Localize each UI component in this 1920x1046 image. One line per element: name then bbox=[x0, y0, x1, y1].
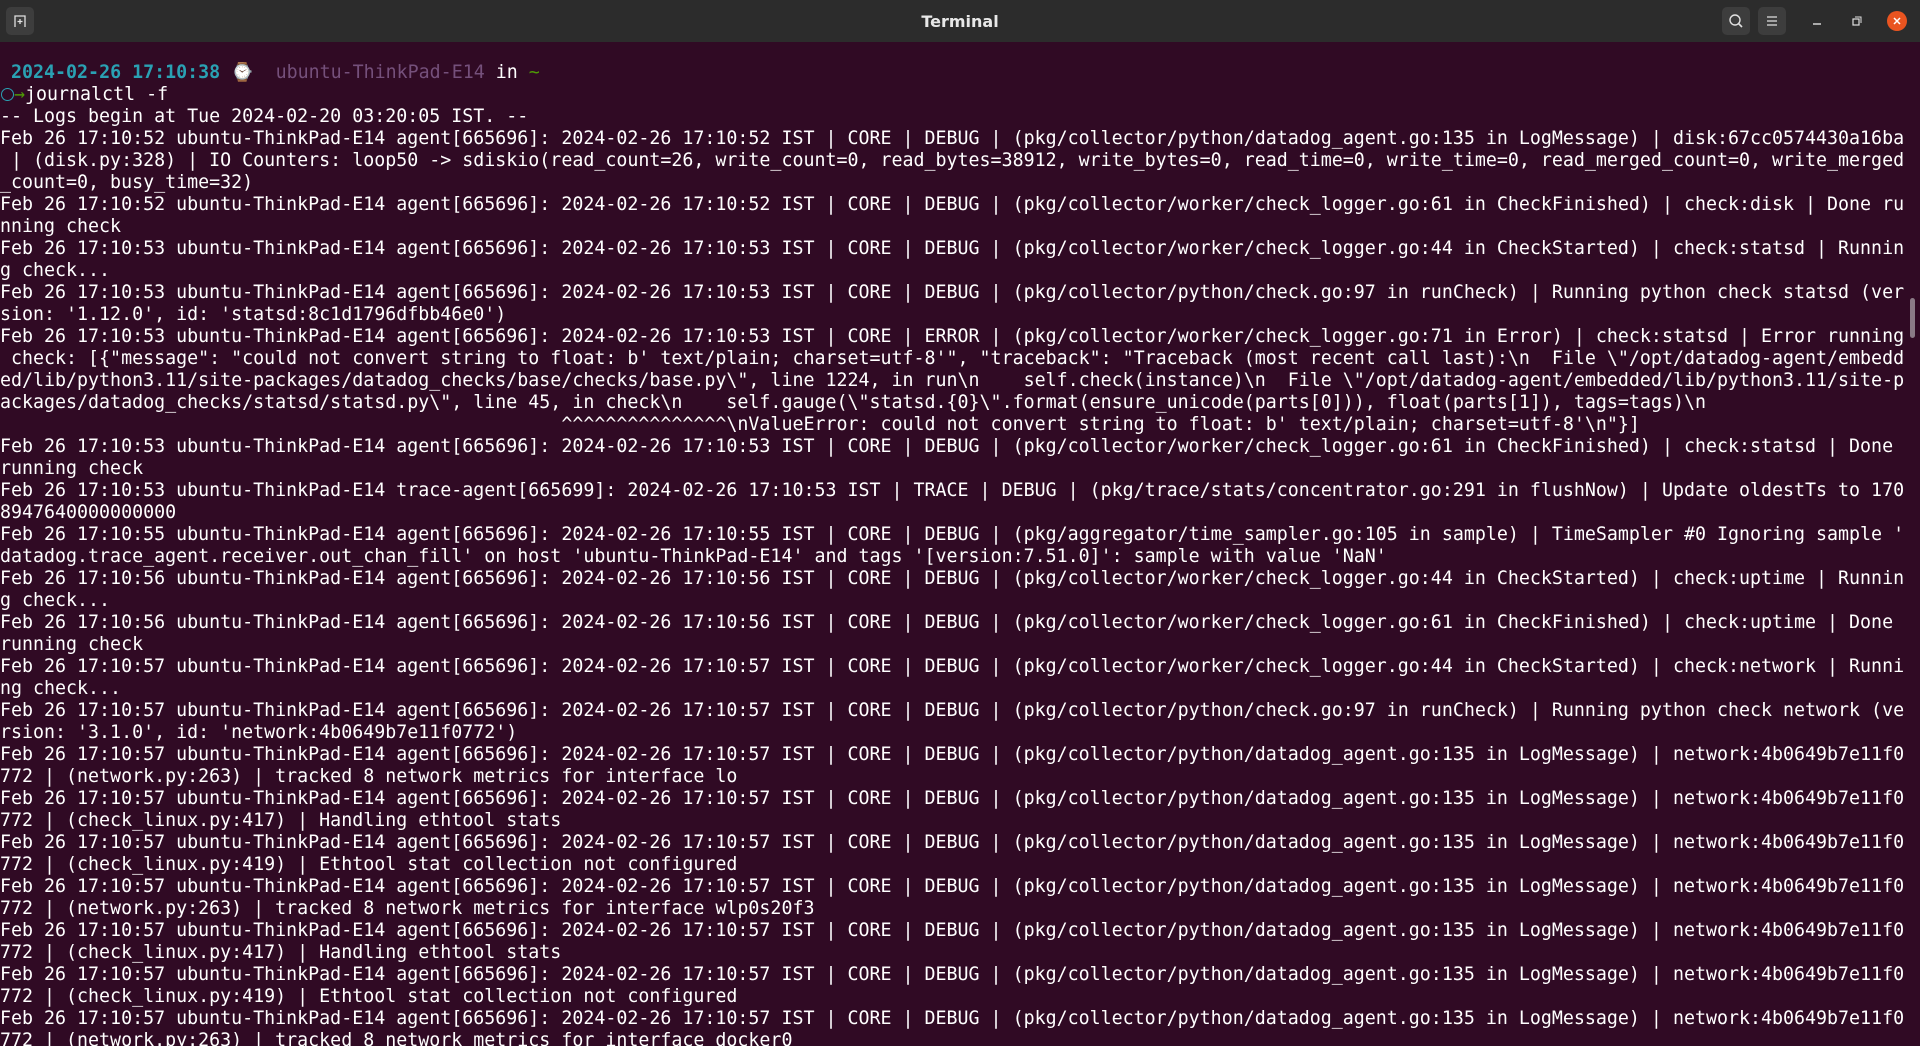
log-line: Feb 26 17:10:52 ubuntu-ThinkPad-E14 agen… bbox=[0, 194, 1905, 215]
search-icon bbox=[1729, 14, 1743, 28]
log-line: ed/lib/python3.11/site-packages/datadog_… bbox=[0, 370, 1905, 391]
prompt-cwd: ~ bbox=[528, 62, 540, 83]
log-line: Feb 26 17:10:57 ubuntu-ThinkPad-E14 agen… bbox=[0, 832, 1905, 853]
log-line: running check bbox=[0, 458, 144, 479]
log-line: rsion: '3.1.0', id: 'network:4b0649b7e11… bbox=[0, 722, 518, 743]
log-line: nning check bbox=[0, 216, 122, 237]
log-line: | (disk.py:328) | IO Counters: loop50 ->… bbox=[0, 150, 1905, 171]
minimize-icon bbox=[1813, 23, 1821, 25]
watch-icon: ⌚ bbox=[231, 62, 254, 83]
log-line: datadog.trace_agent.receiver.out_chan_fi… bbox=[0, 546, 1387, 567]
log-output: -- Logs begin at Tue 2024-02-20 03:20:05… bbox=[0, 106, 1905, 1046]
log-line: ^^^^^^^^^^^^^^^\nValueError: could not c… bbox=[0, 414, 1640, 435]
log-line: running check bbox=[0, 634, 144, 655]
maximize-icon bbox=[1852, 16, 1862, 26]
log-line: Feb 26 17:10:57 ubuntu-ThinkPad-E14 agen… bbox=[0, 700, 1905, 721]
log-line: Feb 26 17:10:53 ubuntu-ThinkPad-E14 agen… bbox=[0, 238, 1905, 259]
prompt-arrow-icon: → bbox=[14, 84, 26, 105]
log-line: Feb 26 17:10:57 ubuntu-ThinkPad-E14 agen… bbox=[0, 744, 1905, 765]
command-line: →journalctl -f bbox=[0, 84, 1905, 106]
new-tab-button[interactable] bbox=[6, 7, 34, 35]
log-line: 772 | (check_linux.py:417) | Handling et… bbox=[0, 942, 562, 963]
log-line: Feb 26 17:10:57 ubuntu-ThinkPad-E14 agen… bbox=[0, 876, 1905, 897]
log-line: -- Logs begin at Tue 2024-02-20 03:20:05… bbox=[0, 106, 529, 127]
scrollbar[interactable] bbox=[1905, 42, 1920, 1046]
log-line: Feb 26 17:10:56 ubuntu-ThinkPad-E14 agen… bbox=[0, 612, 1905, 633]
maximize-button[interactable] bbox=[1845, 9, 1869, 33]
log-line: check: [{"message": "could not convert s… bbox=[0, 348, 1905, 369]
minimize-button[interactable] bbox=[1805, 9, 1829, 33]
close-icon bbox=[1893, 17, 1901, 25]
log-line: 772 | (check_linux.py:419) | Ethtool sta… bbox=[0, 986, 738, 1007]
hamburger-menu-icon bbox=[1767, 16, 1777, 26]
log-line: Feb 26 17:10:56 ubuntu-ThinkPad-E14 agen… bbox=[0, 568, 1905, 589]
log-line: _count=0, busy_time=32) bbox=[0, 172, 254, 193]
log-line: sion: '1.12.0', id: 'statsd:8c1d1796dfbb… bbox=[0, 304, 507, 325]
log-line: Feb 26 17:10:52 ubuntu-ThinkPad-E14 agen… bbox=[0, 128, 1905, 149]
log-line: Feb 26 17:10:57 ubuntu-ThinkPad-E14 agen… bbox=[0, 964, 1905, 985]
prompt-hostname: ubuntu-ThinkPad-E14 bbox=[275, 62, 485, 83]
command-text: journalctl -f bbox=[25, 84, 169, 105]
log-line: Feb 26 17:10:57 ubuntu-ThinkPad-E14 agen… bbox=[0, 656, 1905, 677]
window-title: Terminal bbox=[921, 11, 999, 31]
prompt-in-word: in bbox=[495, 62, 518, 83]
prompt-timestamp: 2024-02-26 17:10:38 bbox=[11, 62, 221, 83]
log-line: g check... bbox=[0, 590, 111, 611]
menu-button[interactable] bbox=[1758, 7, 1786, 35]
log-line: Feb 26 17:10:57 ubuntu-ThinkPad-E14 agen… bbox=[0, 1008, 1905, 1029]
log-line: 772 | (check_linux.py:417) | Handling et… bbox=[0, 810, 562, 831]
log-line: 8947640000000000 bbox=[0, 502, 177, 523]
log-line: Feb 26 17:10:55 ubuntu-ThinkPad-E14 agen… bbox=[0, 524, 1905, 545]
prompt-line: 2024-02-26 17:10:38 ⌚ ubuntu-ThinkPad-E1… bbox=[0, 62, 1905, 84]
log-line: 772 | (check_linux.py:419) | Ethtool sta… bbox=[0, 854, 738, 875]
close-button[interactable] bbox=[1885, 9, 1909, 33]
new-tab-icon bbox=[14, 15, 26, 27]
log-line: Feb 26 17:10:53 ubuntu-ThinkPad-E14 trac… bbox=[0, 480, 1905, 501]
log-line: Feb 26 17:10:57 ubuntu-ThinkPad-E14 agen… bbox=[0, 920, 1905, 941]
log-line: Feb 26 17:10:53 ubuntu-ThinkPad-E14 agen… bbox=[0, 436, 1905, 457]
search-button[interactable] bbox=[1722, 7, 1750, 35]
log-line: ng check... bbox=[0, 678, 122, 699]
terminal-output[interactable]: 2024-02-26 17:10:38 ⌚ ubuntu-ThinkPad-E1… bbox=[0, 42, 1905, 1046]
log-line: Feb 26 17:10:53 ubuntu-ThinkPad-E14 agen… bbox=[0, 282, 1905, 303]
log-line: Feb 26 17:10:57 ubuntu-ThinkPad-E14 agen… bbox=[0, 788, 1905, 809]
scrollbar-thumb[interactable] bbox=[1910, 298, 1915, 338]
log-line: ackages/datadog_checks/statsd/statsd.py\… bbox=[0, 392, 1706, 413]
log-line: Feb 26 17:10:53 ubuntu-ThinkPad-E14 agen… bbox=[0, 326, 1905, 347]
title-bar: Terminal bbox=[0, 0, 1920, 42]
log-line: 772 | (network.py:263) | tracked 8 netwo… bbox=[0, 1030, 793, 1046]
log-line: 772 | (network.py:263) | tracked 8 netwo… bbox=[0, 898, 815, 919]
log-line: 772 | (network.py:263) | tracked 8 netwo… bbox=[0, 766, 738, 787]
log-line: g check... bbox=[0, 260, 111, 281]
status-circle-icon bbox=[1, 88, 14, 101]
